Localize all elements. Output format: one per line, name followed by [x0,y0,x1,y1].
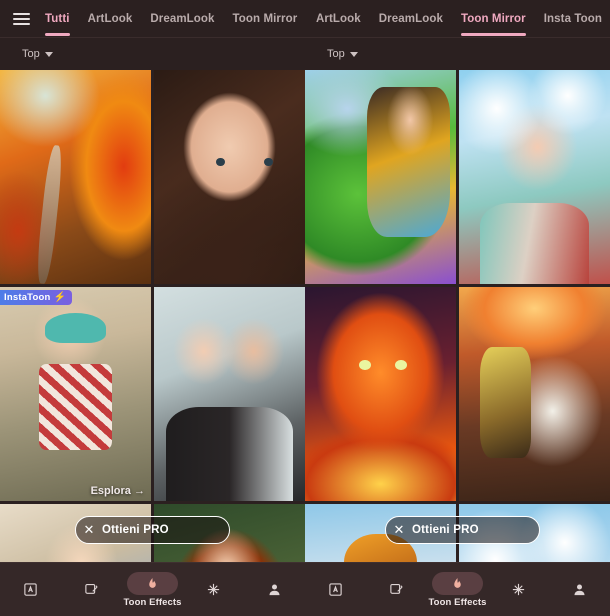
active-nav-pill[interactable] [432,571,483,595]
get-pro-label: Ottieni PRO [412,524,479,536]
close-icon[interactable]: ✕ [76,522,102,538]
edit-photo-icon [389,582,404,597]
frame-photo-icon [23,582,38,597]
effects-grid-left[interactable]: InstaToon ⚡ Esplora → [0,70,305,562]
tab-tutti[interactable]: Tutti [36,0,79,38]
nav-item-frame[interactable] [0,563,61,616]
effect-thumbnail [154,287,305,501]
phone-screen-right: ArtLook DreamLook Toon Mirror Insta Toon… [305,0,610,616]
effect-card[interactable] [459,287,610,501]
chevron-down-icon [44,51,53,57]
lightning-bolt-icon: ⚡ [53,292,67,303]
effect-thumbnail [0,70,151,284]
effect-thumbnail [154,70,305,284]
filter-row-right: Top [305,38,610,70]
close-icon[interactable]: ✕ [386,522,412,538]
top-navigation-bar-right: ArtLook DreamLook Toon Mirror Insta Toon… [305,0,610,38]
effect-card[interactable] [154,287,305,501]
tab-artlook-right[interactable]: ArtLook [307,0,370,38]
arrow-right-icon: → [134,485,145,497]
explore-label: Esplora [90,485,131,497]
explore-link[interactable]: Esplora → [91,485,145,497]
effect-thumbnail [459,70,610,284]
nav-item-toon-effects[interactable]: Toon Effects [122,563,183,616]
phone-screen-left: Tutti ArtLook DreamLook Toon Mirror Inst… [0,0,305,616]
nav-item-profile[interactable] [549,563,610,616]
nav-item-edit[interactable] [366,563,427,616]
effect-card[interactable] [0,70,151,284]
effect-card[interactable] [305,287,456,501]
tab-artlook[interactable]: ArtLook [79,0,142,38]
status-badge-instatoon: InstaToon ⚡ [0,290,73,305]
active-nav-pill[interactable] [127,571,178,595]
nav-item-sparkle[interactable] [183,563,244,616]
sort-filter-label: Top [327,48,345,60]
effect-card[interactable] [459,70,610,284]
nav-item-sparkle[interactable] [488,563,549,616]
flame-icon [451,576,464,591]
get-pro-banner-left[interactable]: ✕ Ottieni PRO [75,516,230,544]
bottom-navigation-left[interactable]: Toon Effects [0,562,305,616]
effect-card[interactable] [305,70,456,284]
tab-dreamlook[interactable]: DreamLook [141,0,223,38]
tab-dreamlook-right[interactable]: DreamLook [370,0,452,38]
category-tabs-right[interactable]: ArtLook DreamLook Toon Mirror Insta Toon… [307,0,610,38]
profile-icon [572,582,587,597]
edit-photo-icon [84,582,99,597]
effect-thumbnail [459,287,610,501]
top-navigation-bar: Tutti ArtLook DreamLook Toon Mirror Inst… [0,0,305,38]
effect-thumbnail [305,287,456,501]
nav-item-label: Toon Effects [428,596,487,608]
hamburger-menu-icon[interactable] [6,0,36,38]
effect-thumbnail [305,70,456,284]
nav-item-profile[interactable] [244,563,305,616]
get-pro-label: Ottieni PRO [102,524,169,536]
get-pro-banner-right[interactable]: ✕ Ottieni PRO [385,516,540,544]
sort-filter-top[interactable]: Top [14,45,61,63]
flame-icon [146,576,159,591]
effect-thumbnail [0,287,151,501]
profile-icon [267,582,282,597]
sparkle-icon [206,582,221,597]
app-root: Tutti ArtLook DreamLook Toon Mirror Inst… [0,0,610,616]
frame-photo-icon [328,582,343,597]
bottom-navigation-right[interactable]: Toon Effects [305,562,610,616]
tab-insta-toon-right[interactable]: Insta Toon [535,0,610,38]
nav-item-toon-effects[interactable]: Toon Effects [427,563,488,616]
chevron-down-icon [349,51,358,57]
category-tabs-left[interactable]: Tutti ArtLook DreamLook Toon Mirror Inst… [36,0,305,38]
nav-item-edit[interactable] [61,563,122,616]
nav-item-label: Toon Effects [123,596,182,608]
nav-item-frame[interactable] [305,563,366,616]
filter-row-left: Top [0,38,305,70]
tab-toon-mirror[interactable]: Toon Mirror [224,0,305,38]
effects-grid-right[interactable] [305,70,610,562]
sparkle-icon [511,582,526,597]
tab-toon-mirror-right[interactable]: Toon Mirror [452,0,535,38]
sort-filter-label: Top [22,48,40,60]
effect-card[interactable]: InstaToon ⚡ Esplora → [0,287,151,501]
badge-label: InstaToon [4,292,51,303]
effect-card[interactable] [154,70,305,284]
sort-filter-top-right[interactable]: Top [319,45,366,63]
